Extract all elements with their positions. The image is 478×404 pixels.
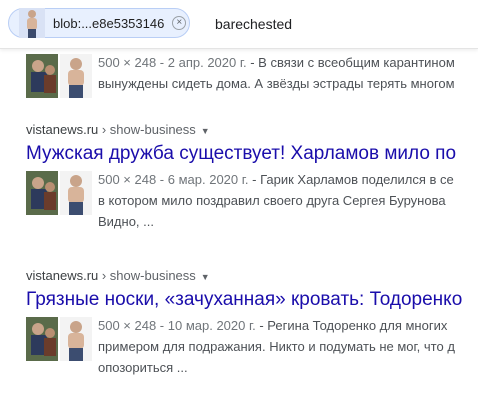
search-header: blob:...e8e5353146 × barechested [0, 0, 478, 49]
result-path: › show-business [98, 268, 196, 283]
result-snippet: 500 × 248 - 10 мар. 2020 г. - Регина Тод… [98, 318, 455, 375]
chip-thumbnail [19, 8, 45, 38]
result-snippet: 500 × 248 - 2 апр. 2020 г. - В связи с в… [98, 55, 455, 91]
result-thumbnail[interactable] [26, 171, 92, 215]
result-title-link[interactable]: Мужская дружба существует! Харламов мило… [26, 143, 478, 165]
result-snippet: 500 × 248 - 6 мар. 2020 г. - Гарик Харла… [98, 172, 454, 229]
result-title-link[interactable]: Грязные носки, «зачуханная» кровать: Тод… [26, 289, 478, 311]
search-result: vistanews.ru › show-business ▼ Грязные но… [26, 268, 478, 378]
result-site: vistanews.ru [26, 122, 99, 137]
result-url[interactable]: vistanews.ru › show-business ▼ [26, 268, 478, 283]
result-url[interactable]: vistanews.ru › show-business ▼ [26, 122, 478, 137]
search-result: vistanews.ru › show-business ▼ Мужская др… [26, 122, 478, 232]
search-query[interactable]: barechested [215, 16, 292, 32]
result-site: vistanews.ru [26, 268, 99, 283]
dropdown-caret-icon[interactable]: ▼ [201, 272, 210, 282]
search-result: 500 × 248 - 2 апр. 2020 г. - В связи с в… [26, 52, 478, 98]
result-thumbnail[interactable] [26, 54, 92, 98]
result-thumbnail[interactable] [26, 317, 92, 361]
dropdown-caret-icon[interactable]: ▼ [201, 126, 210, 136]
image-chip-label: blob:...e8e5353146 [53, 15, 165, 31]
close-icon[interactable]: × [172, 16, 187, 30]
image-search-chip[interactable]: blob:...e8e5353146 × [8, 8, 190, 38]
result-path: › show-business [98, 122, 196, 137]
